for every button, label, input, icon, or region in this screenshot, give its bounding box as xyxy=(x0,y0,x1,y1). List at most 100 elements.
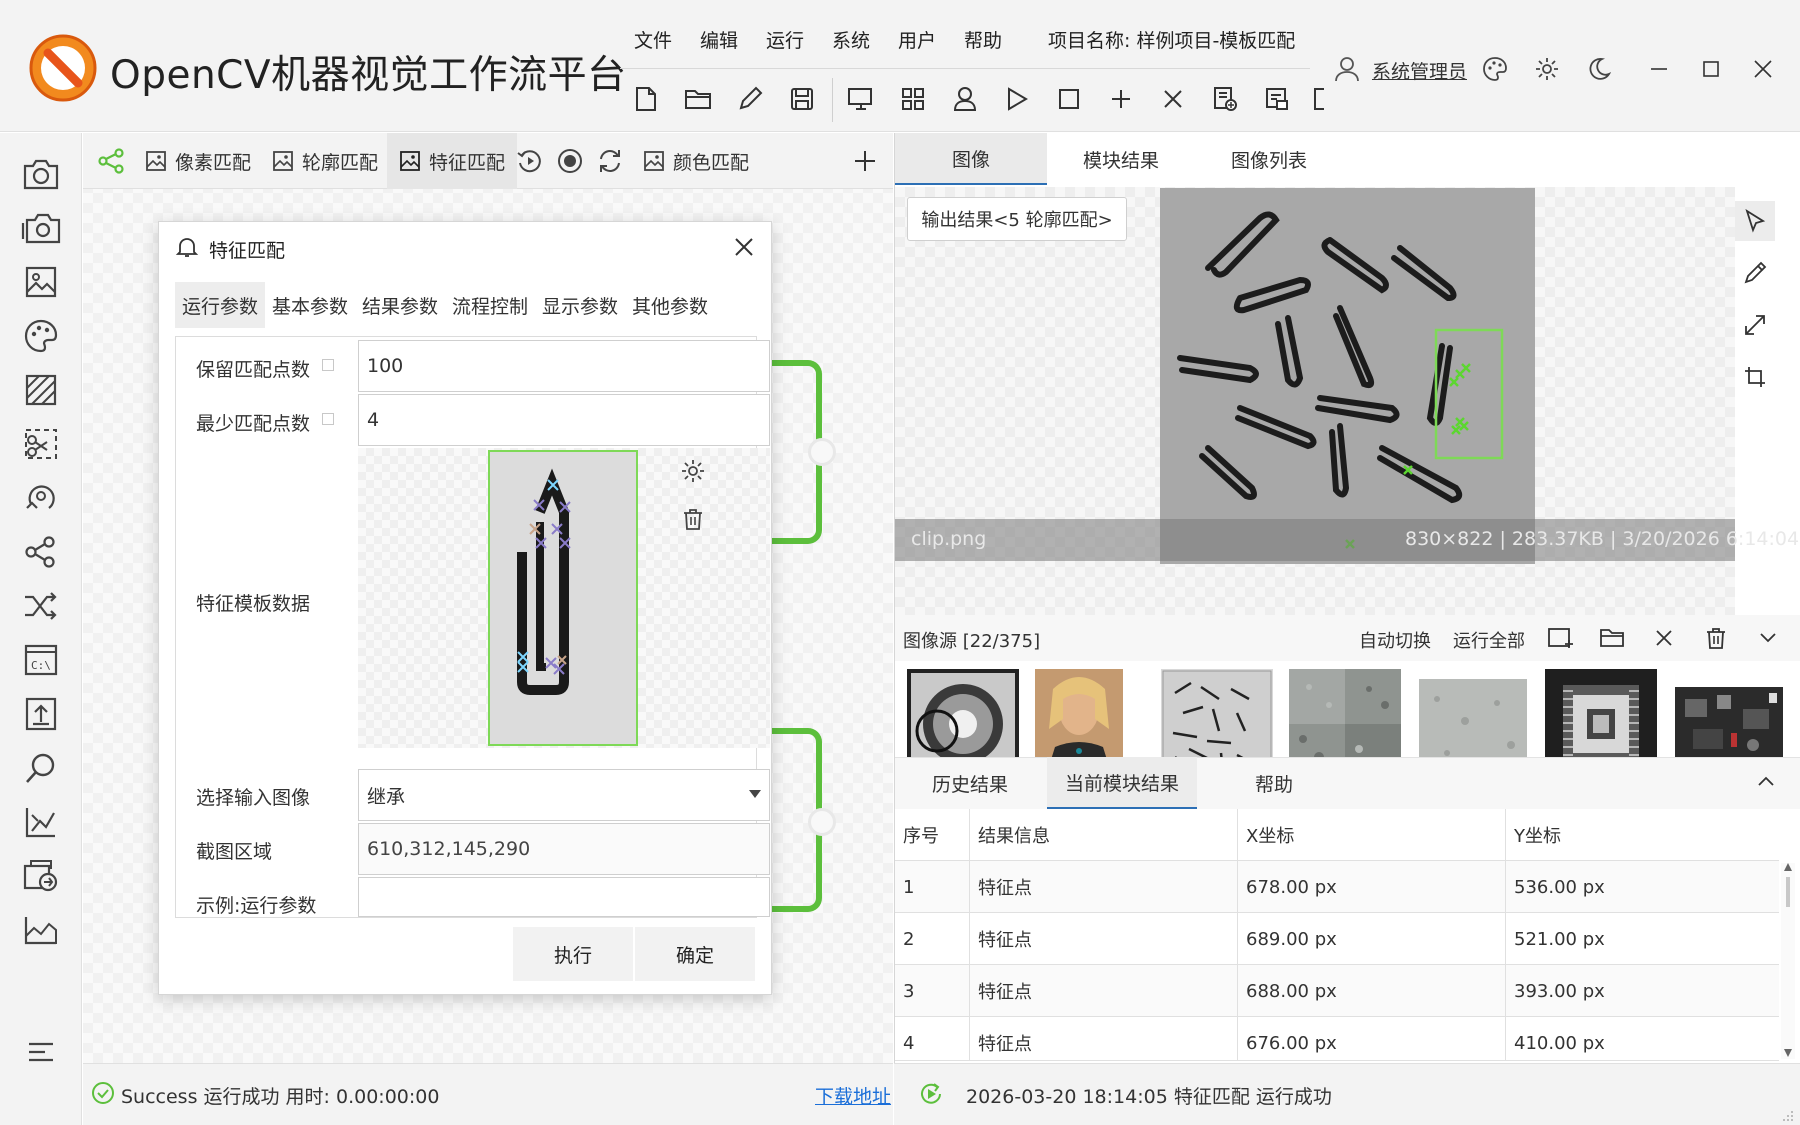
resize-grip-icon[interactable] xyxy=(1780,1108,1794,1122)
tab-help[interactable]: 帮助 xyxy=(1199,757,1349,809)
tab-image-list[interactable]: 图像列表 xyxy=(1195,133,1343,185)
search-icon[interactable] xyxy=(20,747,62,789)
reset-icon[interactable] xyxy=(515,146,545,176)
min-points-checkbox[interactable] xyxy=(322,413,334,425)
dark-mode-moon-icon[interactable] xyxy=(1582,52,1616,86)
scroll-thumb[interactable] xyxy=(1786,877,1790,907)
open-folder-icon[interactable] xyxy=(1597,623,1627,653)
table-row[interactable]: 2 特征点 689.00 px 521.00 px xyxy=(895,913,1779,965)
table-row[interactable]: 4 特征点 676.00 px 410.00 px xyxy=(895,1017,1779,1061)
table-scrollbar[interactable] xyxy=(1781,863,1795,1059)
shuffle-icon[interactable] xyxy=(20,585,62,627)
scroll-down-icon[interactable] xyxy=(1784,1049,1792,1057)
play-icon[interactable] xyxy=(1002,84,1032,114)
edit-icon[interactable] xyxy=(735,84,765,114)
tab-contour-match[interactable]: 轮廓匹配 xyxy=(260,133,390,189)
menu-icon[interactable] xyxy=(20,1031,62,1073)
remove-image-icon[interactable] xyxy=(1649,623,1679,653)
window-close-icon[interactable] xyxy=(1746,52,1780,86)
input-image-select[interactable]: 继承 xyxy=(358,769,770,821)
fit-expand-icon[interactable] xyxy=(1735,305,1775,345)
share-icon[interactable] xyxy=(1262,84,1292,114)
minimize-icon[interactable] xyxy=(1642,52,1676,86)
texture-icon[interactable] xyxy=(20,369,62,411)
scissors-icon[interactable] xyxy=(20,423,62,465)
grid-icon[interactable] xyxy=(898,84,928,114)
camera-icon[interactable] xyxy=(20,153,62,195)
tab-image[interactable]: 图像 xyxy=(895,133,1047,185)
eyedropper-icon[interactable] xyxy=(1735,253,1775,293)
area-chart-icon[interactable] xyxy=(20,909,62,951)
add-image-icon[interactable] xyxy=(1545,623,1575,653)
export-icon[interactable] xyxy=(20,855,62,897)
menu-user[interactable]: 用户 xyxy=(898,26,936,53)
keep-points-checkbox[interactable] xyxy=(322,359,334,371)
console-icon[interactable]: C:\ xyxy=(20,639,62,681)
example-input[interactable] xyxy=(358,877,770,917)
tab-module-result[interactable]: 模块结果 xyxy=(1047,133,1195,185)
crop-area-input[interactable]: 610,312,145,290 xyxy=(358,823,770,875)
user-name-link[interactable]: 系统管理员 xyxy=(1372,57,1467,84)
template-delete-icon[interactable] xyxy=(680,506,706,532)
image-icon[interactable] xyxy=(20,261,62,303)
menu-file[interactable]: 文件 xyxy=(634,26,672,53)
keep-points-input[interactable]: 100 xyxy=(358,340,770,392)
tab-pixel-match[interactable]: 像素匹配 xyxy=(133,133,263,189)
user-icon[interactable] xyxy=(950,84,980,114)
menu-system[interactable]: 系统 xyxy=(832,26,870,53)
chevron-down-icon[interactable] xyxy=(1753,623,1783,653)
menu-run[interactable]: 运行 xyxy=(766,26,804,53)
run-button[interactable]: 执行 xyxy=(513,927,633,981)
theme-palette-icon[interactable] xyxy=(1478,52,1512,86)
pointer-tool-icon[interactable] xyxy=(1735,201,1775,241)
monitor-icon[interactable] xyxy=(846,84,876,114)
record-icon[interactable] xyxy=(555,146,585,176)
camera-multi-icon[interactable] xyxy=(20,207,62,249)
save-icon[interactable] xyxy=(787,84,817,114)
rotate-icon[interactable] xyxy=(20,477,62,519)
collapse-chevron-up-icon[interactable] xyxy=(1757,775,1775,787)
workflow-share-icon[interactable] xyxy=(97,147,125,175)
download-link[interactable]: 下载地址 xyxy=(815,1082,891,1109)
template-settings-icon[interactable] xyxy=(680,458,706,484)
tab-color-match[interactable]: 颜色匹配 xyxy=(631,133,761,189)
delete-trash-icon[interactable] xyxy=(1701,623,1731,653)
flow-port[interactable] xyxy=(808,808,836,836)
refresh-icon[interactable] xyxy=(595,146,625,176)
min-points-input[interactable]: 4 xyxy=(358,394,770,446)
menu-edit[interactable]: 编辑 xyxy=(700,26,738,53)
palette-icon[interactable] xyxy=(20,315,62,357)
stop-icon[interactable] xyxy=(1054,84,1084,114)
chart-edit-icon[interactable] xyxy=(20,801,62,843)
close-icon[interactable] xyxy=(1158,84,1188,114)
maximize-icon[interactable] xyxy=(1694,52,1728,86)
tab-history-results[interactable]: 历史结果 xyxy=(895,757,1045,809)
add-tab-icon[interactable] xyxy=(853,149,877,173)
run-all-button[interactable]: 运行全部 xyxy=(1453,627,1525,653)
overflow-icon[interactable] xyxy=(1312,84,1324,114)
auto-switch-button[interactable]: 自动切换 xyxy=(1359,627,1431,653)
tab-basic-params[interactable]: 基本参数 xyxy=(265,282,355,328)
tab-flow-control[interactable]: 流程控制 xyxy=(445,282,535,328)
upload-icon[interactable] xyxy=(20,693,62,735)
settings-gear-icon[interactable] xyxy=(1530,52,1564,86)
menu-help[interactable]: 帮助 xyxy=(964,26,1002,53)
dialog-close-icon[interactable] xyxy=(731,234,757,260)
add-icon[interactable] xyxy=(1106,84,1136,114)
tab-result-params[interactable]: 结果参数 xyxy=(355,282,445,328)
table-row[interactable]: 1 特征点 678.00 px 536.00 px xyxy=(895,861,1779,913)
ok-button[interactable]: 确定 xyxy=(635,927,755,981)
tab-display-params[interactable]: 显示参数 xyxy=(535,282,625,328)
tab-other-params[interactable]: 其他参数 xyxy=(625,282,715,328)
open-folder-icon[interactable] xyxy=(683,84,713,114)
output-result-button[interactable]: 输出结果<5 轮廓匹配> xyxy=(907,197,1127,241)
tab-run-params[interactable]: 运行参数 xyxy=(175,282,265,328)
tab-feature-match[interactable]: 特征匹配 xyxy=(387,133,518,189)
flow-port[interactable] xyxy=(808,438,836,466)
add-document-icon[interactable] xyxy=(1210,84,1240,114)
tab-current-results[interactable]: 当前模块结果 xyxy=(1047,757,1197,809)
scroll-up-icon[interactable] xyxy=(1784,863,1792,871)
table-row[interactable]: 3 特征点 688.00 px 393.00 px xyxy=(895,965,1779,1017)
new-file-icon[interactable] xyxy=(631,84,661,114)
graph-icon[interactable] xyxy=(20,531,62,573)
